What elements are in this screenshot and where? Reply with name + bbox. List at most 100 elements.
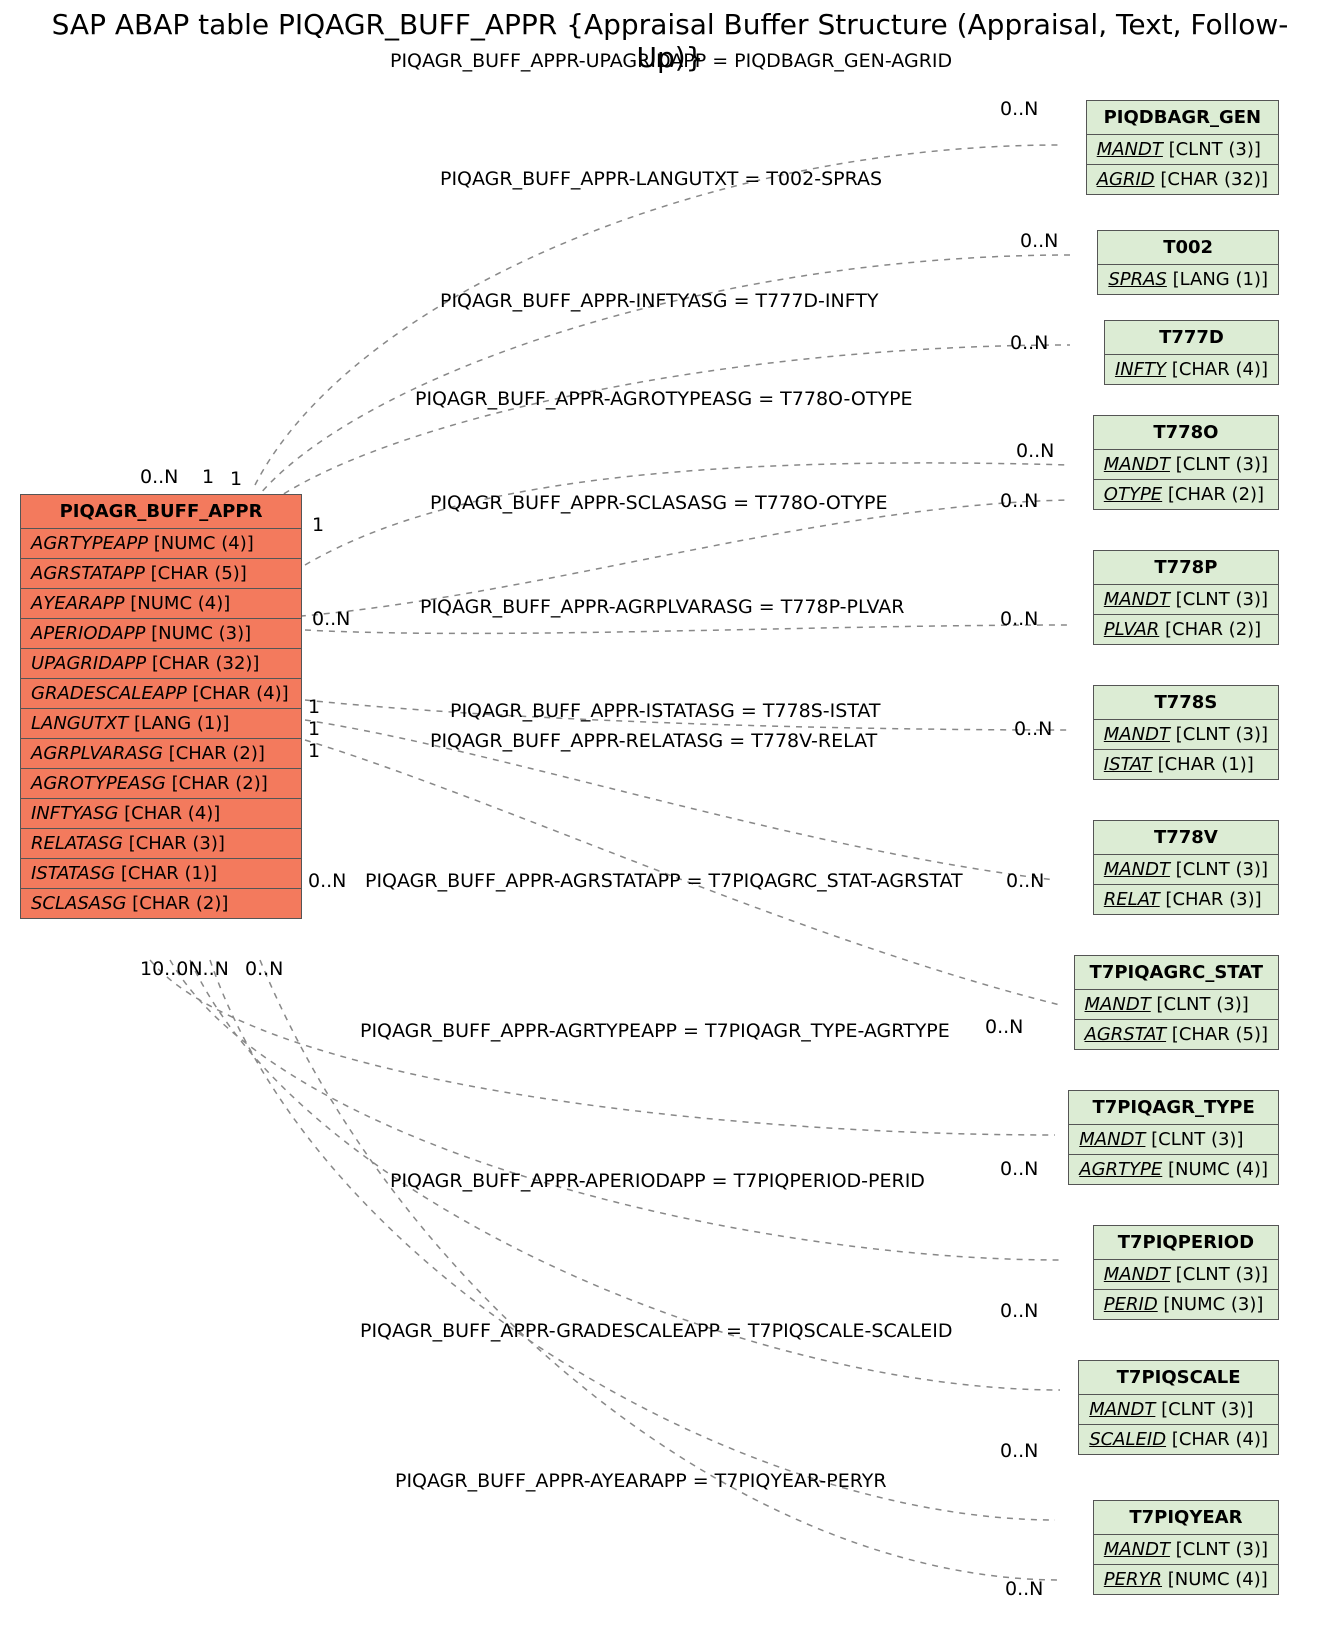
field-type: [CHAR (2)] — [1159, 619, 1261, 640]
cardinality: 0..N — [1000, 1158, 1038, 1180]
field-name: GRADESCALEAPP — [31, 683, 187, 704]
field-name: AGRSTAT — [1085, 1024, 1167, 1045]
cardinality: 0..N — [308, 870, 346, 892]
table-header: T778V — [1094, 821, 1278, 855]
field-name: MANDT — [1104, 589, 1170, 610]
table-row: PERID [NUMC (3)] — [1094, 1290, 1278, 1319]
relation-label: PIQAGR_BUFF_APPR-GRADESCALEAPP = T7PIQSC… — [360, 1320, 953, 1342]
cardinality: 0..N — [1016, 440, 1054, 462]
field-name: MANDT — [1097, 139, 1163, 160]
table-row: PLVAR [CHAR (2)] — [1094, 615, 1278, 644]
field-type: [CHAR (2)] — [166, 773, 268, 794]
field-type: [NUMC (3)] — [145, 623, 251, 644]
cardinality: 0..N — [1010, 332, 1048, 354]
table-t7piqyear: T7PIQYEARMANDT [CLNT (3)]PERYR [NUMC (4)… — [1093, 1500, 1279, 1595]
field-name: PERYR — [1104, 1569, 1162, 1590]
relation-label: PIQAGR_BUFF_APPR-UPAGRIDAPP = PIQDBAGR_G… — [390, 50, 952, 72]
table-header: T7PIQYEAR — [1094, 1501, 1278, 1535]
table-row: AYEARAPP [NUMC (4)] — [21, 589, 301, 619]
table-header: T777D — [1105, 321, 1278, 355]
table-row: OTYPE [CHAR (2)] — [1094, 480, 1278, 509]
table-row: MANDT [CLNT (3)] — [1079, 1395, 1278, 1425]
field-type: [CLNT (3)] — [1170, 1539, 1268, 1560]
cardinality: 1 — [308, 696, 320, 718]
field-name: AGRID — [1097, 169, 1155, 190]
relation-label: PIQAGR_BUFF_APPR-LANGUTXT = T002-SPRAS — [440, 168, 882, 190]
field-name: MANDT — [1085, 994, 1151, 1015]
field-name: PLVAR — [1104, 619, 1160, 640]
field-name: SPRAS — [1108, 269, 1167, 290]
table-row: MANDT [CLNT (3)] — [1087, 135, 1278, 165]
field-type: [CLNT (3)] — [1170, 1264, 1268, 1285]
field-type: [CLNT (3)] — [1155, 1399, 1253, 1420]
table-t778p: T778PMANDT [CLNT (3)]PLVAR [CHAR (2)] — [1093, 550, 1279, 645]
table-row: MANDT [CLNT (3)] — [1094, 855, 1278, 885]
field-name: LANGUTXT — [31, 713, 128, 734]
field-name: MANDT — [1079, 1129, 1145, 1150]
cardinality: 0..N — [1000, 490, 1038, 512]
field-type: [CLNT (3)] — [1163, 139, 1261, 160]
table-row: GRADESCALEAPP [CHAR (4)] — [21, 679, 301, 709]
field-name: RELATASG — [31, 833, 123, 854]
cardinality: 0..N — [1000, 1440, 1038, 1462]
field-name: INFTY — [1115, 359, 1166, 380]
field-name: MANDT — [1104, 454, 1170, 475]
field-name: AGRPLVARASG — [31, 743, 163, 764]
table-row: UPAGRIDAPP [CHAR (32)] — [21, 649, 301, 679]
relation-label: PIQAGR_BUFF_APPR-AGRTYPEAPP = T7PIQAGR_T… — [360, 1020, 950, 1042]
table-row: SCALEID [CHAR (4)] — [1079, 1425, 1278, 1454]
relation-label: PIQAGR_BUFF_APPR-AGRPLVARASG = T778P-PLV… — [420, 596, 904, 618]
table-t7piqagrc_stat: T7PIQAGRC_STATMANDT [CLNT (3)]AGRSTAT [C… — [1074, 955, 1279, 1050]
field-type: [CLNT (3)] — [1170, 589, 1268, 610]
field-name: AGRSTATAPP — [31, 563, 145, 584]
cardinality: 0..N — [1005, 1578, 1043, 1600]
field-name: RELAT — [1104, 889, 1160, 910]
table-row: MANDT [CLNT (3)] — [1094, 1535, 1278, 1565]
cardinality: 0..N — [140, 466, 178, 488]
table-row: LANGUTXT [LANG (1)] — [21, 709, 301, 739]
field-name: MANDT — [1104, 859, 1170, 880]
table-row: INFTY [CHAR (4)] — [1105, 355, 1278, 384]
table-row: ISTAT [CHAR (1)] — [1094, 750, 1278, 779]
table-row: AGRTYPEAPP [NUMC (4)] — [21, 529, 301, 559]
relation-label: PIQAGR_BUFF_APPR-RELATASG = T778V-RELAT — [430, 730, 877, 752]
field-type: [CHAR (32)] — [1155, 169, 1268, 190]
table-t777d: T777DINFTY [CHAR (4)] — [1104, 320, 1279, 385]
table-row: MANDT [CLNT (3)] — [1094, 585, 1278, 615]
relation-label: PIQAGR_BUFF_APPR-AGRSTATAPP = T7PIQAGRC_… — [365, 870, 963, 892]
table-header: T778P — [1094, 551, 1278, 585]
field-name: MANDT — [1104, 724, 1170, 745]
field-type: [CHAR (1)] — [115, 863, 217, 884]
table-header: T7PIQSCALE — [1079, 1361, 1278, 1395]
field-name: OTYPE — [1104, 484, 1162, 505]
table-t7piqscale: T7PIQSCALEMANDT [CLNT (3)]SCALEID [CHAR … — [1078, 1360, 1279, 1455]
table-row: ISTATASG [CHAR (1)] — [21, 859, 301, 889]
field-type: [CLNT (3)] — [1151, 994, 1249, 1015]
cardinality: 10..0N..N — [140, 958, 229, 980]
field-name: PERID — [1104, 1294, 1158, 1315]
field-name: AGROTYPEASG — [31, 773, 166, 794]
table-t778s: T778SMANDT [CLNT (3)]ISTAT [CHAR (1)] — [1093, 685, 1279, 780]
relation-label: PIQAGR_BUFF_APPR-SCLASASG = T778O-OTYPE — [430, 492, 888, 514]
field-name: ISTATASG — [31, 863, 115, 884]
field-type: [CHAR (4)] — [1166, 359, 1268, 380]
relation-label: PIQAGR_BUFF_APPR-ISTATASG = T778S-ISTAT — [450, 700, 881, 722]
field-type: [CHAR (2)] — [163, 743, 265, 764]
field-type: [NUMC (4)] — [1162, 1159, 1268, 1180]
cardinality: 1 — [308, 718, 320, 740]
cardinality: 0..N — [245, 958, 283, 980]
field-name: AGRTYPE — [1079, 1159, 1162, 1180]
field-type: [LANG (1)] — [1167, 269, 1268, 290]
relation-label: PIQAGR_BUFF_APPR-APERIODAPP = T7PIQPERIO… — [390, 1170, 925, 1192]
field-type: [CLNT (3)] — [1145, 1129, 1243, 1150]
table-row: AGRPLVARASG [CHAR (2)] — [21, 739, 301, 769]
table-row: INFTYASG [CHAR (4)] — [21, 799, 301, 829]
field-type: [CHAR (4)] — [1166, 1429, 1268, 1450]
field-type: [CHAR (4)] — [187, 683, 289, 704]
table-t7piqagr_type: T7PIQAGR_TYPEMANDT [CLNT (3)]AGRTYPE [NU… — [1068, 1090, 1279, 1185]
field-name: MANDT — [1089, 1399, 1155, 1420]
field-type: [NUMC (4)] — [125, 593, 231, 614]
field-type: [CHAR (5)] — [145, 563, 247, 584]
field-name: AYEARAPP — [31, 593, 125, 614]
cardinality: 0..N — [1000, 608, 1038, 630]
